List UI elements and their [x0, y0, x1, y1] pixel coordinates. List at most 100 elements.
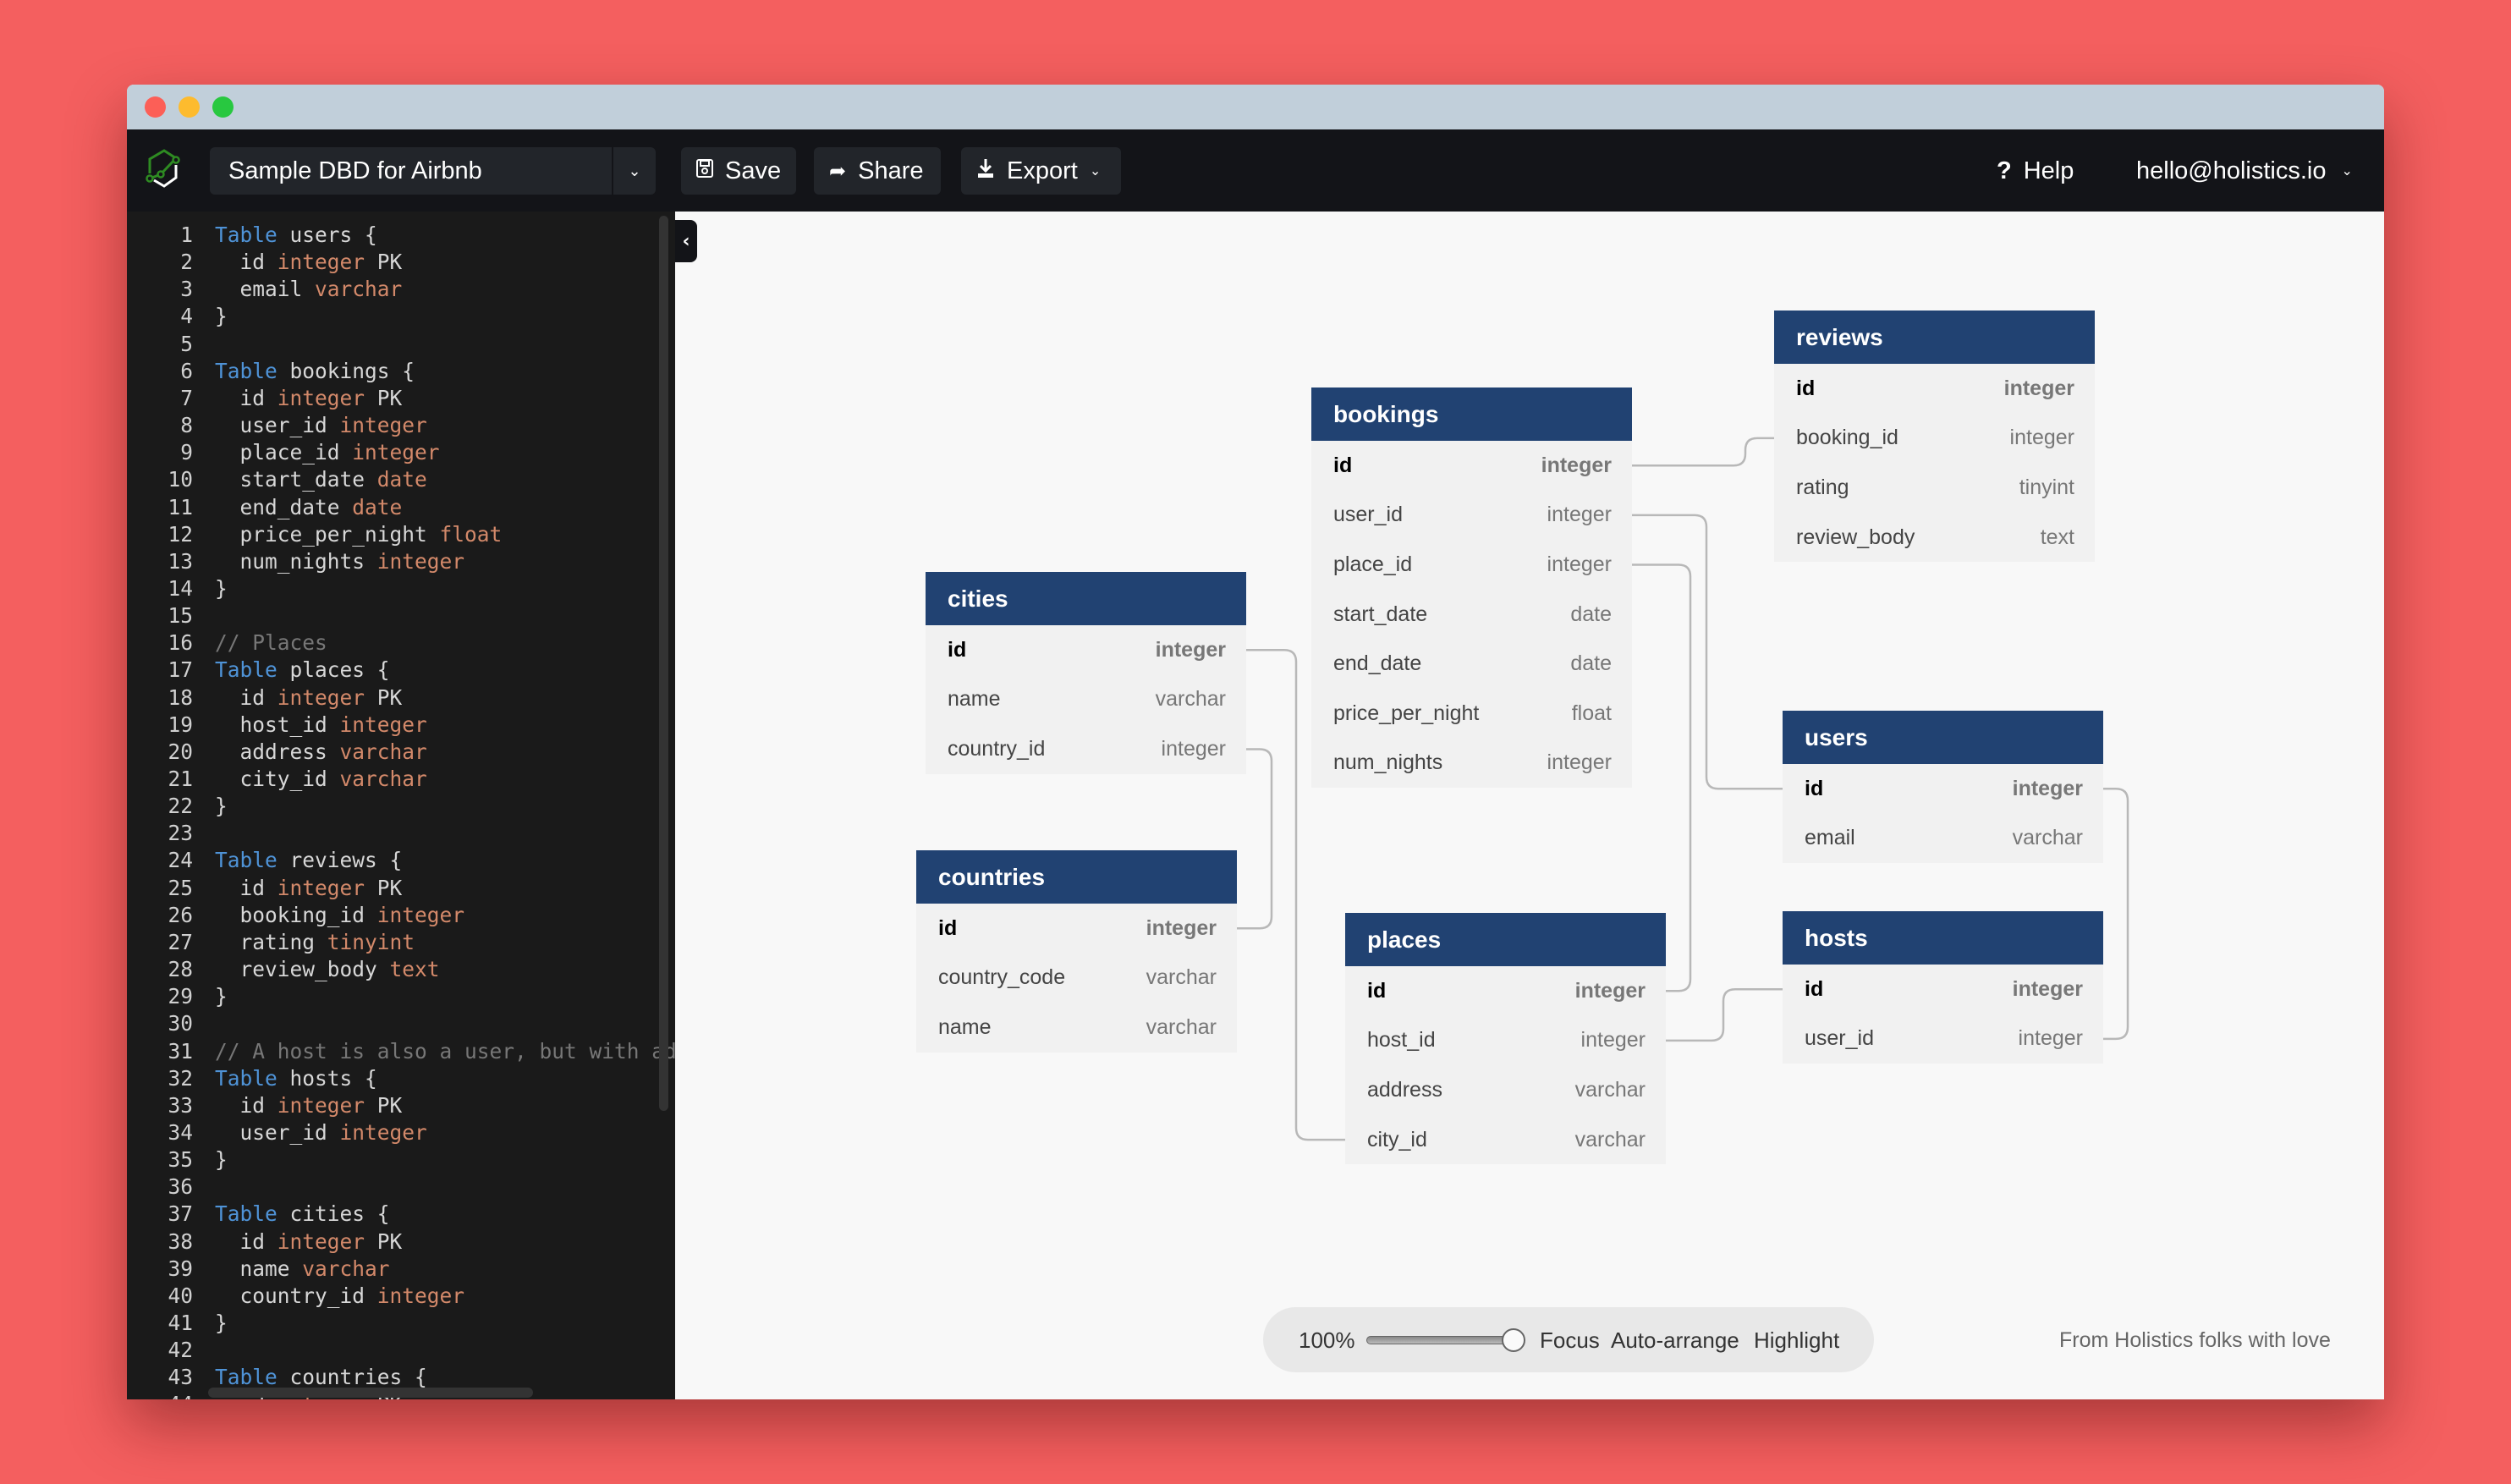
save-button[interactable]: Save	[681, 147, 796, 195]
code-line[interactable]: 32 Table hosts {	[127, 1065, 668, 1092]
code-line[interactable]: 8 user_id integer	[127, 412, 668, 439]
table-field-row[interactable]: email varchar	[1783, 814, 2103, 864]
table-field-row[interactable]: id integer	[1783, 965, 2103, 1014]
code-line[interactable]: 18 id integer PK	[127, 684, 668, 712]
code-line[interactable]: 10 start_date date	[127, 466, 668, 493]
code-line[interactable]: 19 host_id integer	[127, 712, 668, 739]
table-field-row[interactable]: name varchar	[916, 1003, 1237, 1053]
auto-arrange-button[interactable]: Auto-arrange	[1611, 1327, 1739, 1354]
table-reviews[interactable]: reviews id integer booking_id integer rating t…	[1774, 311, 2095, 563]
table-header[interactable]: bookings	[1311, 387, 1632, 441]
table-header[interactable]: countries	[916, 850, 1237, 904]
code-line[interactable]: 30	[127, 1010, 668, 1037]
close-window-button[interactable]	[145, 96, 166, 118]
focus-button[interactable]: Focus	[1540, 1327, 1600, 1354]
code-line[interactable]: 16 // Places	[127, 629, 668, 657]
zoom-slider[interactable]	[1366, 1336, 1514, 1344]
table-field-row[interactable]: address varchar	[1345, 1065, 1666, 1115]
code-line[interactable]: 5	[127, 331, 668, 358]
code-line[interactable]: 14}	[127, 575, 668, 602]
table-field-row[interactable]: id integer	[1774, 364, 2095, 414]
code-line[interactable]: 20 address varchar	[127, 739, 668, 766]
code-line[interactable]: 7 id integer PK	[127, 385, 668, 412]
editor-horizontal-scrollbar[interactable]	[208, 1388, 533, 1398]
code-line[interactable]: 40 country_id integer	[127, 1283, 668, 1310]
export-button[interactable]: Export ⌄	[961, 147, 1121, 195]
maximize-window-button[interactable]	[212, 96, 234, 118]
code-line[interactable]: 6 Table bookings {	[127, 358, 668, 385]
table-field-row[interactable]: id integer	[926, 625, 1246, 675]
code-line[interactable]: 15	[127, 602, 668, 629]
code-editor[interactable]: 1 Table users {2 id integer PK 3 email var…	[127, 212, 675, 1399]
code-line[interactable]: 22}	[127, 793, 668, 820]
table-field-row[interactable]: id integer	[916, 904, 1237, 954]
table-field-row[interactable]: review_body text	[1774, 513, 2095, 563]
table-users[interactable]: users id integer email varchar	[1783, 711, 2103, 864]
code-line[interactable]: 17 Table places {	[127, 657, 668, 684]
table-header[interactable]: cities	[926, 572, 1246, 625]
table-header[interactable]: reviews	[1774, 311, 2095, 364]
table-field-row[interactable]: id integer	[1783, 764, 2103, 814]
share-button[interactable]: ➦ Share	[814, 147, 941, 195]
code-line[interactable]: 11 end_date date	[127, 494, 668, 521]
help-button[interactable]: ? Help	[1997, 147, 2074, 195]
code-line[interactable]: 29}	[127, 983, 668, 1010]
table-field-row[interactable]: country_id integer	[926, 724, 1246, 774]
table-hosts[interactable]: hosts id integer user_id integer	[1783, 911, 2103, 1064]
table-field-row[interactable]: end_date date	[1311, 639, 1632, 689]
code-line[interactable]: 4}	[127, 303, 668, 330]
table-field-row[interactable]: user_id integer	[1783, 1014, 2103, 1064]
highlight-button[interactable]: Highlight	[1754, 1327, 1839, 1354]
code-line[interactable]: 34 user_id integer	[127, 1119, 668, 1146]
table-field-row[interactable]: place_id integer	[1311, 540, 1632, 590]
table-field-row[interactable]: country_code varchar	[916, 954, 1237, 1003]
code-line[interactable]: 38 id integer PK	[127, 1228, 668, 1256]
table-field-row[interactable]: price_per_night float	[1311, 689, 1632, 739]
code-line[interactable]: 37 Table cities {	[127, 1201, 668, 1228]
table-field-row[interactable]: city_id varchar	[1345, 1115, 1666, 1165]
code-line[interactable]: 31 // A host is also a user, but with ad	[127, 1038, 675, 1065]
holistics-logo-icon[interactable]	[142, 148, 186, 192]
code-line[interactable]: 26 booking_id integer	[127, 902, 668, 929]
table-bookings[interactable]: bookings id integer user_id integer place_id i…	[1311, 387, 1632, 789]
table-field-row[interactable]: id integer	[1311, 441, 1632, 491]
code-line[interactable]: 23	[127, 820, 668, 847]
code-line[interactable]: 28 review_body text	[127, 956, 668, 983]
table-field-row[interactable]: start_date date	[1311, 590, 1632, 640]
table-field-row[interactable]: name varchar	[926, 675, 1246, 725]
table-header[interactable]: users	[1783, 711, 2103, 764]
editor-vertical-scrollbar[interactable]	[659, 216, 668, 1111]
table-places[interactable]: places id integer host_id integer address varc…	[1345, 913, 1666, 1165]
table-field-row[interactable]: num_nights integer	[1311, 739, 1632, 789]
document-dropdown-button[interactable]: ⌄	[613, 147, 656, 195]
table-countries[interactable]: countries id integer country_code varchar nam…	[916, 850, 1237, 1053]
table-field-row[interactable]: id integer	[1345, 966, 1666, 1016]
code-line[interactable]: 12 price_per_night float	[127, 521, 668, 548]
table-cities[interactable]: cities id integer name varchar country_id inte…	[926, 572, 1246, 774]
code-line[interactable]: 41}	[127, 1310, 668, 1337]
code-line[interactable]: 35}	[127, 1146, 668, 1173]
table-field-row[interactable]: host_id integer	[1345, 1016, 1666, 1066]
table-field-row[interactable]: user_id integer	[1311, 491, 1632, 541]
code-line[interactable]: 33 id integer PK	[127, 1092, 668, 1119]
table-header[interactable]: places	[1345, 913, 1666, 966]
code-line[interactable]: 27 rating tinyint	[127, 929, 668, 956]
document-title-field[interactable]: Sample DBD for Airbnb	[210, 147, 612, 195]
code-line[interactable]: 2 id integer PK	[127, 249, 668, 276]
code-line[interactable]: 42	[127, 1337, 668, 1364]
code-line[interactable]: 3 email varchar	[127, 276, 668, 303]
collapse-editor-button[interactable]: ‹	[675, 220, 697, 262]
code-line[interactable]: 21 city_id varchar	[127, 766, 668, 793]
code-line[interactable]: 13 num_nights integer	[127, 548, 668, 575]
code-line[interactable]: 24 Table reviews {	[127, 847, 668, 874]
code-line[interactable]: 9 place_id integer	[127, 439, 668, 466]
table-field-row[interactable]: rating tinyint	[1774, 463, 2095, 513]
table-header[interactable]: hosts	[1783, 911, 2103, 965]
code-line[interactable]: 39 name varchar	[127, 1256, 668, 1283]
table-field-row[interactable]: booking_id integer	[1774, 414, 2095, 464]
code-line[interactable]: 36	[127, 1173, 668, 1201]
minimize-window-button[interactable]	[179, 96, 200, 118]
account-menu[interactable]: hello@holistics.io ⌄	[2136, 147, 2353, 195]
zoom-slider-handle[interactable]	[1502, 1328, 1525, 1352]
code-line[interactable]: 1 Table users {	[127, 222, 668, 249]
